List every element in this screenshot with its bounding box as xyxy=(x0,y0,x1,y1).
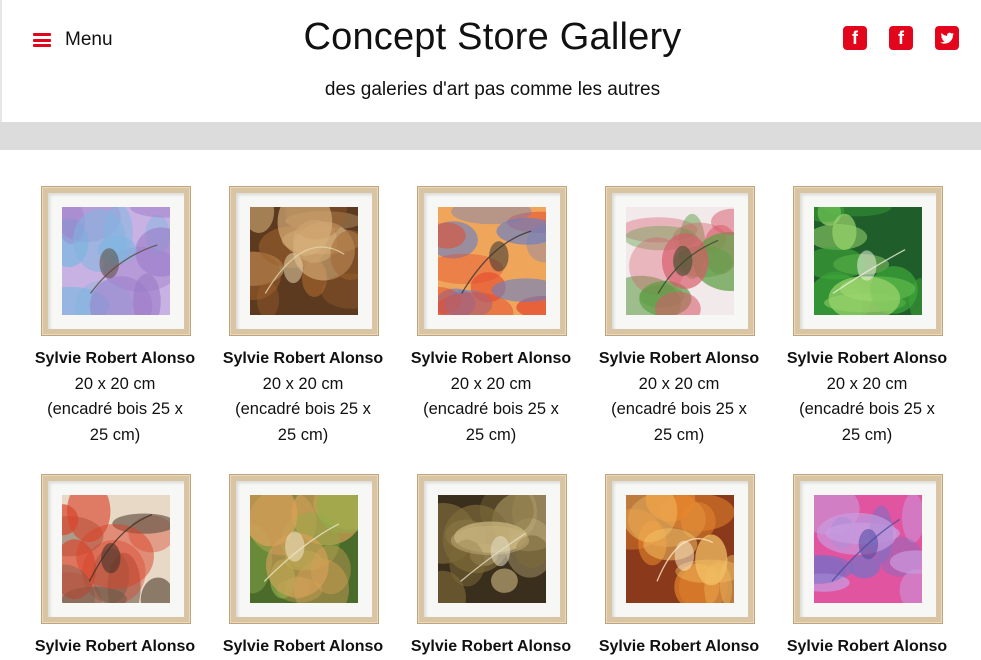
artwork-frame xyxy=(221,176,382,336)
artwork-image xyxy=(221,176,382,319)
artist-name: Sylvie Robert Alonso xyxy=(598,350,760,367)
artwork-image xyxy=(32,480,176,634)
artist-name: Sylvie Robert Alonso xyxy=(786,638,948,655)
artwork-image xyxy=(600,207,769,332)
frame-info: 25 cm) xyxy=(89,425,141,444)
frame-info: (encadré bois 25 x xyxy=(423,400,559,418)
artwork-frame xyxy=(414,186,576,336)
frame-info: 25 cm) xyxy=(841,425,893,444)
artwork-frame xyxy=(600,186,769,336)
artist-name: Sylvie Robert Alonso xyxy=(410,638,572,655)
artwork-image xyxy=(232,476,389,621)
artist-name: Sylvie Robert Alonso xyxy=(410,350,572,367)
site-tagline: des galeries d'art pas comme les autres xyxy=(324,79,661,100)
artwork-image xyxy=(34,191,205,336)
artwork-image xyxy=(604,475,746,615)
site-header: Menu Concept Store Gallery des galeries … xyxy=(0,0,981,122)
twitter-icon[interactable] xyxy=(935,26,959,50)
artwork-image xyxy=(410,484,566,626)
frame-info: 25 cm) xyxy=(653,425,705,444)
artwork-size: 20 x 20 cm xyxy=(262,374,344,393)
facebook-icon[interactable]: f xyxy=(889,26,913,50)
artwork-image xyxy=(803,197,933,339)
artwork-frame xyxy=(793,186,943,339)
frame-info: (encadré bois 25 x xyxy=(47,400,183,418)
artwork-image xyxy=(790,483,940,612)
frame-info: 25 cm) xyxy=(277,425,329,444)
site-title: Concept Store Gallery xyxy=(303,16,682,58)
artwork-image xyxy=(414,198,576,333)
frame-info: (encadré bois 25 x xyxy=(799,400,935,418)
frame-info: 25 cm) xyxy=(465,425,517,444)
artwork-grid: Sylvie Robert Alonso 20 x 20 cm (encadré… xyxy=(0,150,981,660)
artwork-frame xyxy=(32,474,191,634)
artwork-size: 20 x 20 cm xyxy=(826,374,908,393)
artwork-frame xyxy=(790,474,943,624)
twitter-bird-icon xyxy=(940,32,955,44)
artwork-frame xyxy=(229,474,389,624)
artwork-frame xyxy=(410,474,567,626)
artist-name: Sylvie Robert Alonso xyxy=(786,350,948,367)
artwork-size: 20 x 20 cm xyxy=(450,374,532,393)
divider-band xyxy=(0,122,981,150)
artist-name: Sylvie Robert Alonso xyxy=(222,638,384,655)
artist-name: Sylvie Robert Alonso xyxy=(34,350,196,367)
frame-info: (encadré bois 25 x xyxy=(611,400,747,418)
artist-name: Sylvie Robert Alonso xyxy=(598,638,760,655)
frame-info: (encadré bois 25 x xyxy=(235,400,371,418)
artist-name: Sylvie Robert Alonso xyxy=(222,350,384,367)
facebook-icon[interactable]: f xyxy=(843,26,867,50)
artwork-frame xyxy=(604,474,755,624)
artwork-size: 20 x 20 cm xyxy=(74,374,156,393)
artwork-frame xyxy=(34,186,205,336)
artist-name: Sylvie Robert Alonso xyxy=(34,638,196,655)
artwork-size: 20 x 20 cm xyxy=(638,374,720,393)
